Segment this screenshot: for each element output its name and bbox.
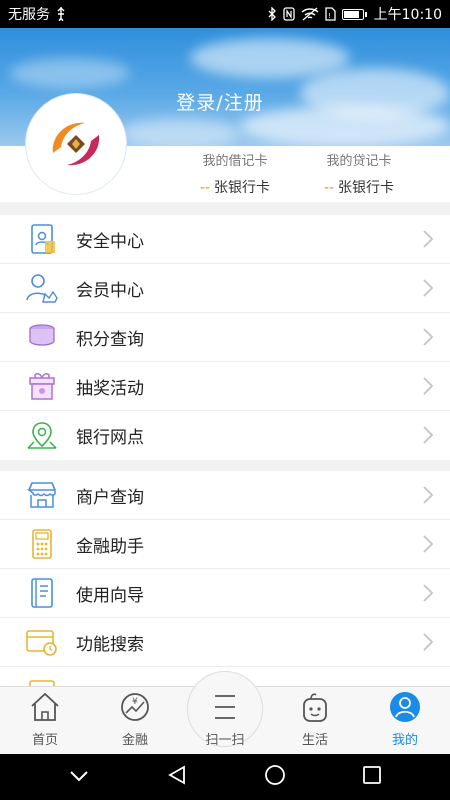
- menu-section-tools: 商户查询 金融助手 使用向导 功能搜索: [0, 471, 450, 686]
- scan-icon: [210, 689, 240, 725]
- android-system-nav: [0, 754, 450, 800]
- member-icon: [22, 270, 62, 306]
- bank-logo-icon: [52, 122, 100, 166]
- nav-life[interactable]: 生活: [270, 687, 360, 754]
- menu-item-points-query[interactable]: 积分查询: [0, 313, 450, 362]
- menu-label: 商户查询: [76, 487, 144, 508]
- menu-item-lottery-event[interactable]: 抽奖活动: [0, 362, 450, 411]
- menu-item-merchant-query[interactable]: 商户查询: [0, 471, 450, 520]
- nav-home[interactable]: 首页: [0, 687, 90, 754]
- nav-home-label: 首页: [31, 733, 58, 748]
- menu-label: 使用向导: [76, 585, 144, 606]
- guide-book-icon: [22, 575, 62, 611]
- svg-text:¥: ¥: [132, 697, 138, 707]
- chevron-right-icon: [423, 584, 434, 602]
- menu-section-account: 安全中心 会员中心 积分查询 抽奖活动 银行网点: [0, 215, 450, 460]
- nav-profile[interactable]: 我的: [360, 687, 450, 754]
- chevron-right-icon: [423, 377, 434, 395]
- credit-card-count: --: [323, 180, 335, 196]
- home-icon: [29, 689, 61, 725]
- menu-item-function-search[interactable]: 功能搜索: [0, 618, 450, 667]
- sim-icon: !: [324, 7, 336, 21]
- recents-square-icon[interactable]: [362, 765, 382, 789]
- menu-item-security-center[interactable]: 安全中心: [0, 215, 450, 264]
- menu-item-member-center[interactable]: 会员中心: [0, 264, 450, 313]
- bottom-nav: 首页 ¥ 金融 扫一扫 生活 我的: [0, 671, 450, 754]
- menu-label: 银行网点: [76, 428, 144, 448]
- credit-card-label: 我的贷记卡: [326, 154, 392, 169]
- status-bar: 无服务 ! 上午10:10: [0, 0, 450, 28]
- nav-life-label: 生活: [301, 733, 328, 748]
- home-circle-icon[interactable]: [264, 764, 286, 790]
- collapse-chevron-icon[interactable]: [68, 768, 90, 787]
- wifi-icon: [301, 7, 319, 21]
- menu-label: 安全中心: [76, 231, 144, 252]
- chevron-right-icon: [423, 633, 434, 651]
- chevron-right-icon: [423, 328, 434, 346]
- menu-item-bank-branches[interactable]: 银行网点: [0, 411, 450, 460]
- debit-card-label: 我的借记卡: [202, 154, 268, 169]
- bluetooth-icon: [267, 7, 277, 21]
- map-pin-icon: [22, 418, 62, 454]
- credit-card-summary[interactable]: 我的贷记卡 -- 张银行卡: [322, 150, 396, 197]
- nav-finance[interactable]: ¥ 金融: [90, 687, 180, 754]
- menu-label: 积分查询: [76, 329, 144, 350]
- nav-finance-label: 金融: [121, 733, 148, 748]
- points-coins-icon: [22, 319, 62, 355]
- clock-text: 上午10:10: [373, 7, 442, 23]
- chevron-right-icon: [423, 486, 434, 504]
- nav-scan-label: 扫一扫: [205, 733, 245, 748]
- credit-card-unit: 张银行卡: [338, 180, 395, 196]
- chevron-right-icon: [423, 230, 434, 248]
- store-icon: [22, 477, 62, 513]
- calculator-icon: [22, 526, 62, 562]
- usb-icon: [56, 7, 66, 21]
- menu-label: 抽奖活动: [76, 378, 144, 399]
- finance-icon: ¥: [119, 689, 151, 725]
- partial-menu-icon: [22, 674, 62, 686]
- nfc-icon: [282, 7, 295, 21]
- life-icon: [299, 689, 331, 725]
- debit-card-count: --: [199, 180, 211, 196]
- battery-icon: [341, 8, 367, 20]
- chevron-right-icon: [423, 279, 434, 297]
- carrier-text: 无服务: [8, 7, 50, 23]
- function-search-icon: [22, 624, 62, 660]
- menu-item-finance-assistant[interactable]: 金融助手: [0, 520, 450, 569]
- debit-card-unit: 张银行卡: [214, 180, 271, 196]
- menu-item-user-guide[interactable]: 使用向导: [0, 569, 450, 618]
- back-triangle-icon[interactable]: [166, 764, 188, 790]
- menu-label: 会员中心: [76, 280, 144, 301]
- nav-profile-label: 我的: [391, 733, 418, 748]
- menu-label: 功能搜索: [76, 634, 144, 655]
- svg-text:!: !: [328, 12, 331, 20]
- chevron-right-icon: [423, 535, 434, 553]
- nav-scan[interactable]: 扫一扫: [180, 671, 270, 754]
- chevron-right-icon: [423, 426, 434, 444]
- menu-label: 金融助手: [76, 536, 144, 557]
- security-doc-icon: [22, 221, 62, 257]
- gift-icon: [22, 368, 62, 404]
- debit-card-summary[interactable]: 我的借记卡 -- 张银行卡: [198, 150, 272, 197]
- profile-icon: [389, 689, 421, 725]
- avatar[interactable]: [26, 94, 126, 194]
